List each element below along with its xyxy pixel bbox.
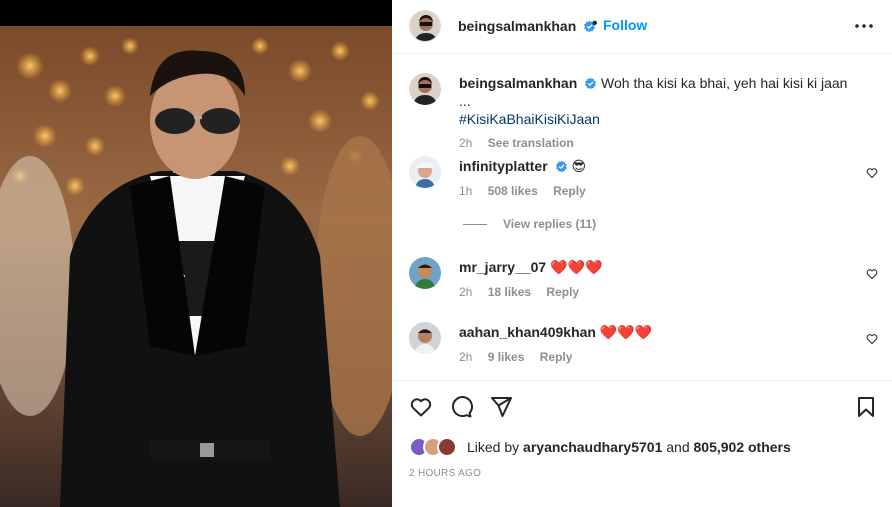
heart-icon[interactable] [409, 395, 433, 419]
post-header: beingsalmankhan • Follow [392, 0, 892, 54]
comment-likes[interactable]: 9 likes [488, 350, 525, 364]
liked-by-middle: and [662, 439, 694, 455]
caption-avatar[interactable] [409, 73, 441, 105]
follow-button[interactable]: Follow [603, 17, 647, 33]
comment-avatar[interactable] [409, 156, 441, 188]
comment-username[interactable]: infinityplatter [459, 158, 548, 174]
liked-by-others[interactable]: 805,902 others [694, 439, 791, 455]
liked-by-prefix: Liked by [467, 439, 524, 455]
post-media[interactable] [0, 0, 392, 507]
author-avatar[interactable] [409, 10, 441, 42]
caption-time[interactable]: 2h [459, 136, 472, 150]
comments-list[interactable]: beingsalmankhan Woh tha kisi ka bhai, ye… [392, 55, 892, 379]
bookmark-icon[interactable] [854, 395, 878, 419]
comment-text: 😎 [571, 159, 587, 175]
view-replies-button[interactable]: View replies (11) [463, 217, 596, 231]
author-username-text[interactable]: beingsalmankhan [458, 18, 576, 34]
comment-time[interactable]: 2h [459, 285, 472, 299]
comment-likes[interactable]: 18 likes [488, 285, 531, 299]
comment-avatar[interactable] [409, 322, 441, 354]
liker-avatar [437, 437, 457, 457]
separator-dot: • [592, 15, 598, 32]
comment-avatar[interactable] [409, 257, 441, 289]
comment-username[interactable]: aahan_khan409khan [459, 324, 596, 340]
reply-button[interactable]: Reply [546, 285, 579, 299]
more-horizontal-icon[interactable] [854, 18, 874, 34]
comment-bubble-icon[interactable] [449, 395, 473, 419]
author-username[interactable]: beingsalmankhan [458, 18, 596, 34]
reply-button[interactable]: Reply [540, 350, 573, 364]
verified-badge-icon [555, 160, 567, 173]
caption-username[interactable]: beingsalmankhan [459, 75, 577, 91]
comment-time[interactable]: 2h [459, 350, 472, 364]
see-translation-link[interactable]: See translation [488, 136, 574, 150]
post-photo [0, 26, 392, 507]
post-sidebar: beingsalmankhan • Follow beingsalmankhan… [392, 0, 892, 507]
post-timestamp[interactable]: 2 HOURS AGO [409, 468, 481, 479]
comment-time[interactable]: 1h [459, 184, 472, 198]
view-replies-label[interactable]: View replies (11) [503, 217, 596, 231]
comment-likes[interactable]: 508 likes [488, 184, 538, 198]
verified-badge-icon [585, 77, 597, 90]
paper-plane-icon[interactable] [489, 395, 513, 419]
heart-outline-icon[interactable] [866, 333, 878, 345]
liked-by: Liked by aryanchaudhary5701 and 805,902 … [409, 437, 791, 457]
reply-button[interactable]: Reply [553, 184, 586, 198]
post-actions: Liked by aryanchaudhary5701 and 805,902 … [392, 380, 892, 507]
caption-hashtag[interactable]: #KisiKaBhaiKisiKiJaan [459, 111, 600, 127]
comment-text: ❤️❤️❤️ [550, 260, 603, 276]
liked-by-user[interactable]: aryanchaudhary5701 [523, 439, 662, 455]
heart-outline-icon[interactable] [866, 167, 878, 179]
comment-username[interactable]: mr_jarry__07 [459, 259, 546, 275]
heart-outline-icon[interactable] [866, 268, 878, 280]
liker-avatars[interactable] [409, 437, 461, 457]
comment-text: ❤️❤️❤️ [599, 325, 653, 341]
replies-divider [463, 223, 487, 225]
